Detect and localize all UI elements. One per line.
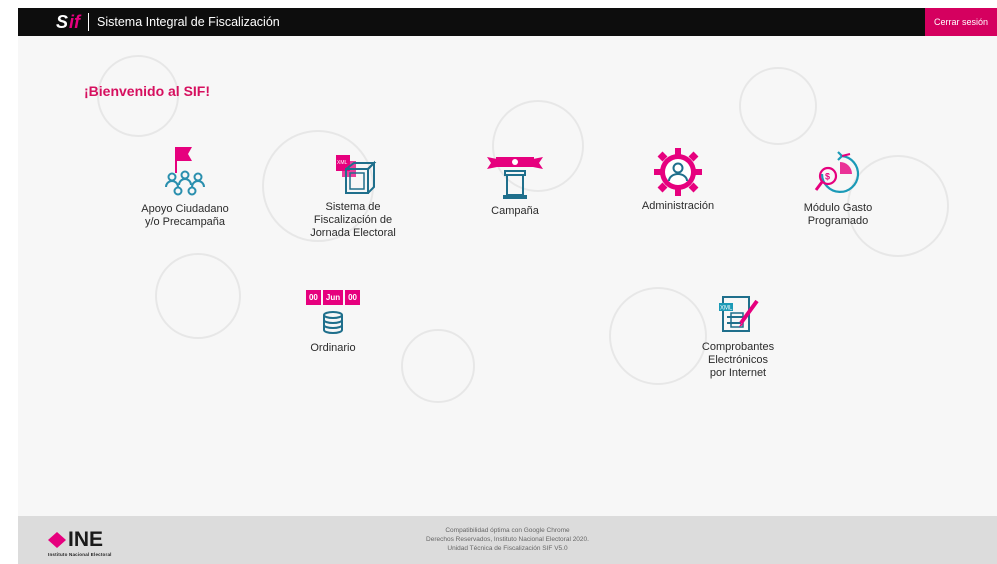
module-label-line: y/o Precampaña [144, 216, 226, 228]
module-ordinario[interactable]: 00 Jun 00 Ordinario [288, 290, 378, 355]
podium-icon [487, 157, 543, 199]
calendar-month: Jun [322, 290, 344, 305]
module-label-line: Ordinario [310, 342, 356, 354]
module-label-line: Sistema de [325, 201, 381, 213]
module-gasto-programado[interactable]: $ Módulo Gasto Programado [788, 148, 888, 228]
calendar-banner: 00 Jun 00 [288, 290, 378, 305]
svg-text:XML: XML [337, 160, 348, 166]
module-label-line: Administración [641, 200, 715, 212]
module-administracion[interactable]: Administración [628, 148, 728, 213]
sif-logo-s: S [56, 11, 69, 32]
calendar-year: 00 [345, 290, 361, 305]
module-apoyo-ciudadano[interactable]: Apoyo Ciudadano y/o Precampaña [120, 143, 250, 229]
footer-line: Unidad Técnica de Fiscalización SIF V5.0 [447, 545, 568, 552]
calendar-day: 00 [305, 290, 321, 305]
ballot-box-icon: XML [336, 155, 377, 194]
module-label-line: Jornada Electoral [310, 227, 396, 239]
module-label-line: Fiscalización de [313, 214, 393, 226]
module-label-line: Apoyo Ciudadano [141, 203, 229, 215]
logout-button[interactable]: Cerrar sesión [925, 8, 997, 36]
module-label-line: Electrónicos [708, 354, 768, 366]
background-doodles [97, 55, 949, 403]
flag-people-icon [165, 147, 205, 196]
header-divider [88, 13, 90, 31]
footer-line: Compatibilidad óptima con Google Chrome [445, 527, 570, 534]
xml-badge: XML [720, 306, 733, 312]
app-frame: S if Sistema Integral de Fiscalización C… [18, 8, 997, 564]
module-label-line: Módulo Gasto [803, 202, 873, 214]
welcome-heading: ¡Bienvenido al SIF! [84, 83, 211, 99]
top-navbar: S if Sistema Integral de Fiscalización C… [18, 8, 997, 36]
coins-icon [323, 311, 343, 334]
module-label-line: por Internet [709, 367, 767, 379]
module-campana[interactable]: Campaña [465, 153, 565, 218]
footer-line: Derechos Reservados, Instituto Nacional … [426, 536, 589, 543]
module-jornada-electoral[interactable]: XML Sistema de Fiscalización de Jornada … [288, 153, 418, 240]
svg-text:$: $ [825, 172, 830, 182]
module-label-line: Comprobantes [701, 341, 775, 353]
footer-info: Compatibilidad óptima con Google Chrome … [18, 526, 997, 553]
module-label-line: Campaña [491, 205, 539, 217]
module-comprobantes-electronicos[interactable]: XML Comprobantes Electrónicos por Intern… [683, 293, 793, 380]
app-title: Sistema Integral de Fiscalización [97, 15, 280, 29]
admin-gear-icon [654, 148, 702, 196]
money-clock-icon: $ [814, 151, 860, 193]
footer: INE Instituto Nacional Electoral Compati… [18, 516, 997, 564]
sif-logo-if: if [69, 11, 81, 32]
xml-document-icon: XML [719, 296, 759, 332]
sif-logo[interactable]: S if [56, 8, 80, 36]
module-label-line: Programado [807, 215, 869, 227]
